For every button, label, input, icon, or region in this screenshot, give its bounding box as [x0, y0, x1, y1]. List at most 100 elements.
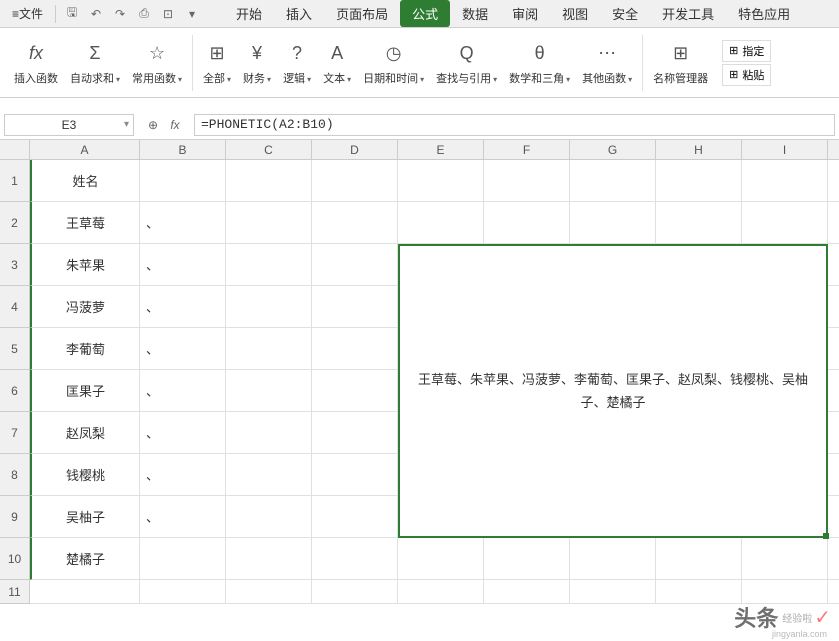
save-icon[interactable]: 🖫: [62, 4, 82, 24]
cell-C10[interactable]: [226, 538, 312, 580]
specify-button[interactable]: ⊞ 指定: [722, 40, 771, 62]
tab-dev[interactable]: 开发工具: [650, 0, 726, 27]
cell-C8[interactable]: [226, 454, 312, 496]
cell-G10[interactable]: [570, 538, 656, 580]
cell-C6[interactable]: [226, 370, 312, 412]
tab-special[interactable]: 特色应用: [726, 0, 802, 27]
cell-B2[interactable]: 、: [140, 202, 226, 244]
tab-review[interactable]: 审阅: [500, 0, 550, 27]
cell-F11[interactable]: [484, 580, 570, 604]
all-functions-button[interactable]: ⊞ 全部▾: [197, 38, 237, 88]
row-header-3[interactable]: 3: [0, 244, 30, 286]
fx-helper-icon[interactable]: ⊕: [142, 114, 164, 136]
cell-D11[interactable]: [312, 580, 398, 604]
cell-H10[interactable]: [656, 538, 742, 580]
logical-button[interactable]: ? 逻辑▾: [277, 38, 317, 88]
col-header-H[interactable]: H: [656, 140, 742, 160]
cell-I10[interactable]: [742, 538, 828, 580]
cell-J1[interactable]: [828, 160, 839, 202]
cell-D3[interactable]: [312, 244, 398, 286]
cell-F10[interactable]: [484, 538, 570, 580]
cell-J9[interactable]: [828, 496, 839, 538]
datetime-button[interactable]: ◷ 日期和时间▾: [357, 38, 430, 88]
undo-icon[interactable]: ↶: [86, 4, 106, 24]
row-header-6[interactable]: 6: [0, 370, 30, 412]
cell-J10[interactable]: [828, 538, 839, 580]
tab-formula[interactable]: 公式: [400, 0, 450, 27]
col-header-A[interactable]: A: [30, 140, 140, 160]
file-menu[interactable]: ≡ 文件: [4, 5, 51, 22]
col-header-I[interactable]: I: [742, 140, 828, 160]
cell-E10[interactable]: [398, 538, 484, 580]
cell-D6[interactable]: [312, 370, 398, 412]
col-header-E[interactable]: E: [398, 140, 484, 160]
row-header-4[interactable]: 4: [0, 286, 30, 328]
cell-J8[interactable]: [828, 454, 839, 496]
row-header-11[interactable]: 11: [0, 580, 30, 604]
name-manager-button[interactable]: ⊞ 名称管理器: [647, 38, 714, 88]
cell-B10[interactable]: [140, 538, 226, 580]
cell-A4[interactable]: 冯菠萝: [30, 286, 140, 328]
cell-E2[interactable]: [398, 202, 484, 244]
common-functions-button[interactable]: ☆ 常用函数▾: [126, 38, 188, 88]
cell-B7[interactable]: 、: [140, 412, 226, 454]
cell-A2[interactable]: 王草莓: [30, 202, 140, 244]
cell-C11[interactable]: [226, 580, 312, 604]
cell-reference-box[interactable]: E3 ▾: [4, 114, 134, 136]
cell-A5[interactable]: 李葡萄: [30, 328, 140, 370]
cell-C3[interactable]: [226, 244, 312, 286]
cell-G1[interactable]: [570, 160, 656, 202]
tab-data[interactable]: 数据: [450, 0, 500, 27]
row-header-8[interactable]: 8: [0, 454, 30, 496]
fx-label-icon[interactable]: fx: [164, 114, 186, 136]
tab-view[interactable]: 视图: [550, 0, 600, 27]
col-header-D[interactable]: D: [312, 140, 398, 160]
cell-G2[interactable]: [570, 202, 656, 244]
cell-D4[interactable]: [312, 286, 398, 328]
cell-D1[interactable]: [312, 160, 398, 202]
cell-B1[interactable]: [140, 160, 226, 202]
cell-I1[interactable]: [742, 160, 828, 202]
cell-C5[interactable]: [226, 328, 312, 370]
text-button[interactable]: A 文本▾: [317, 38, 357, 88]
tab-start[interactable]: 开始: [224, 0, 274, 27]
tab-security[interactable]: 安全: [600, 0, 650, 27]
cell-B3[interactable]: 、: [140, 244, 226, 286]
other-functions-button[interactable]: ⋯ 其他函数▾: [576, 38, 638, 88]
cell-F2[interactable]: [484, 202, 570, 244]
col-header-G[interactable]: G: [570, 140, 656, 160]
cell-C4[interactable]: [226, 286, 312, 328]
cell-B8[interactable]: 、: [140, 454, 226, 496]
cell-D5[interactable]: [312, 328, 398, 370]
financial-button[interactable]: ¥ 财务▾: [237, 38, 277, 88]
cell-J3[interactable]: [828, 244, 839, 286]
cell-A3[interactable]: 朱苹果: [30, 244, 140, 286]
col-header-J[interactable]: J: [828, 140, 839, 160]
col-header-F[interactable]: F: [484, 140, 570, 160]
cell-B9[interactable]: 、: [140, 496, 226, 538]
redo-icon[interactable]: ↷: [110, 4, 130, 24]
col-header-C[interactable]: C: [226, 140, 312, 160]
select-all-corner[interactable]: [0, 140, 30, 160]
cell-D9[interactable]: [312, 496, 398, 538]
row-header-10[interactable]: 10: [0, 538, 30, 580]
cell-H11[interactable]: [656, 580, 742, 604]
print-icon[interactable]: ⎙: [134, 4, 154, 24]
cell-H2[interactable]: [656, 202, 742, 244]
cell-D10[interactable]: [312, 538, 398, 580]
cell-D8[interactable]: [312, 454, 398, 496]
cell-J7[interactable]: [828, 412, 839, 454]
row-header-5[interactable]: 5: [0, 328, 30, 370]
math-button[interactable]: θ 数学和三角▾: [503, 38, 576, 88]
cell-B5[interactable]: 、: [140, 328, 226, 370]
cell-C2[interactable]: [226, 202, 312, 244]
cell-I2[interactable]: [742, 202, 828, 244]
cell-A9[interactable]: 吴柚子: [30, 496, 140, 538]
cell-C7[interactable]: [226, 412, 312, 454]
cell-J5[interactable]: [828, 328, 839, 370]
tab-layout[interactable]: 页面布局: [324, 0, 400, 27]
fill-handle[interactable]: [823, 533, 829, 539]
cell-J6[interactable]: [828, 370, 839, 412]
paste-button[interactable]: ⊞ 粘贴: [722, 64, 771, 86]
cell-D2[interactable]: [312, 202, 398, 244]
